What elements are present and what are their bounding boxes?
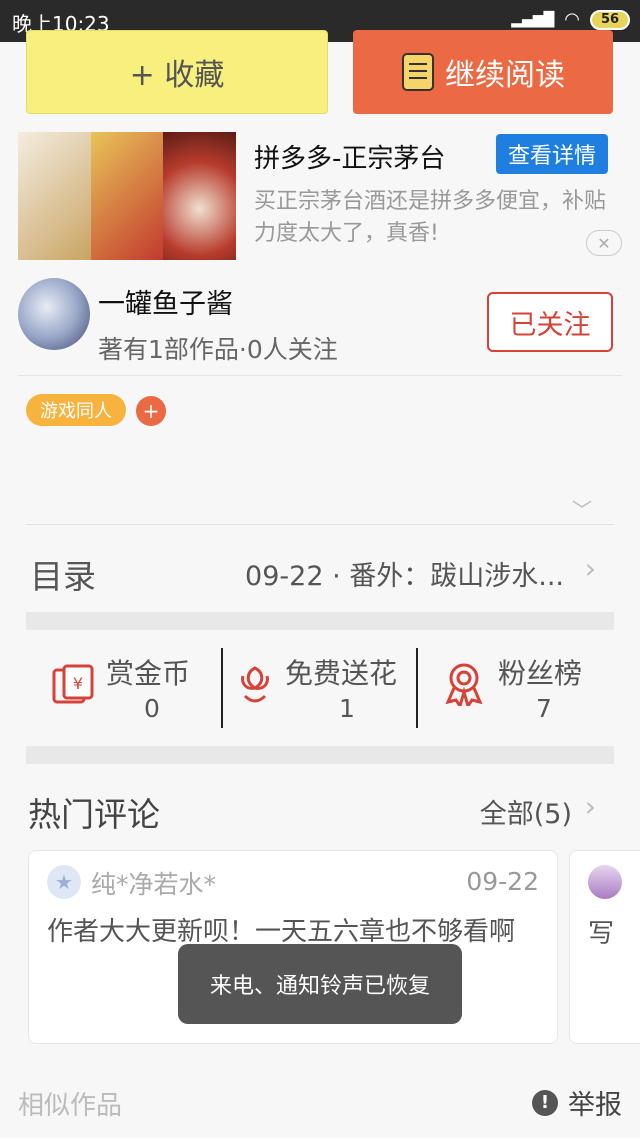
similar-works-title: 相似作品 [18,1091,123,1121]
divider [26,524,614,525]
hot-comments-title: 热门评论 [28,795,160,834]
all-comments-link[interactable]: 全部(5) [480,792,572,831]
comment-user[interactable]: 纯*净若水* [91,865,216,901]
latest-chapter: 09-22 · 番外：跋山涉水... [245,561,564,592]
author-meta: 著有1部作品·0人关注 [98,335,338,364]
ad-title[interactable]: 拼多多-正宗茅台 [254,138,445,175]
section-separator [26,746,614,764]
avatar[interactable] [18,278,90,350]
chevron-right-icon: › [584,552,596,585]
wifi-icon: ◠ [564,9,580,30]
flower-icon [241,666,269,703]
toast-message: 来电、通知铃声已恢复 [178,944,462,1024]
comment-text: 写 [588,919,615,949]
table-of-contents-row[interactable]: 目录 09-22 · 番外：跋山涉水... › [26,530,614,610]
status-icons: ▂▄▆█ ◠ 56 [511,9,630,30]
comment-date: 09-22 [466,867,539,896]
author-section[interactable]: 一罐鱼子酱 著有1部作品·0人关注 已关注 [0,270,640,376]
continue-reading-button[interactable]: 继续阅读 [353,30,613,114]
stat-label: 免费送花 [285,657,398,690]
avatar[interactable] [588,865,622,899]
add-tag-button[interactable]: + [136,396,166,426]
ad-details-button[interactable]: 查看详情 [496,134,608,174]
ad-description: 买正宗茅台酒还是拼多多便宜，补贴力度太大了，真香! [254,189,607,246]
stat-value: 7 [536,694,552,723]
toc-label: 目录 [30,557,96,596]
divider [18,375,622,376]
close-icon[interactable]: ✕ [586,230,622,256]
stat-value: 0 [144,694,160,723]
author-name[interactable]: 一罐鱼子酱 [98,282,233,321]
signal-icon: ▂▄▆█ [511,11,555,28]
battery-icon: 56 [590,9,630,30]
stat-label: 粉丝榜 [498,657,583,690]
ad-image [18,132,237,260]
book-icon [402,53,434,91]
stats-bar: ¥ 赏金币 0 免费送花 1 粉丝榜 7 [26,640,614,740]
avatar[interactable]: ★ [47,865,81,899]
stat-value: 1 [339,694,355,723]
follow-button[interactable]: 已关注 [487,292,613,352]
stat-reward[interactable]: ¥ 赏金币 0 [26,640,222,730]
stat-label: 赏金币 [106,657,191,690]
coin-icon: ¥ [52,664,94,704]
report-label: 举报 [568,1090,622,1121]
warning-icon: ! [532,1089,558,1116]
chevron-right-icon[interactable]: › [585,790,596,823]
book-detail-page: 晚上10:23 ▂▄▆█ ◠ 56 + 收藏 继续阅读 拼多多-正宗茅台 查看详… [0,0,640,1138]
medal-icon [445,663,483,706]
report-button[interactable]: ! 举报 [532,1083,622,1122]
svg-text:¥: ¥ [73,674,83,693]
stat-flower[interactable]: 免费送花 1 [223,640,417,730]
continue-reading-label: 继续阅读 [445,58,565,93]
stat-fans-rank[interactable]: 粉丝榜 7 [418,640,614,730]
comment-card[interactable]: 写 [569,850,640,1044]
tag-chip[interactable]: 游戏同人 [26,394,126,426]
favorite-button[interactable]: + 收藏 [26,30,328,114]
chevron-down-icon[interactable]: ﹀ [572,494,592,523]
ad-banner[interactable]: 拼多多-正宗茅台 查看详情 买正宗茅台酒还是拼多多便宜，补贴力度太大了，真香! … [0,128,640,263]
section-separator [26,612,614,630]
